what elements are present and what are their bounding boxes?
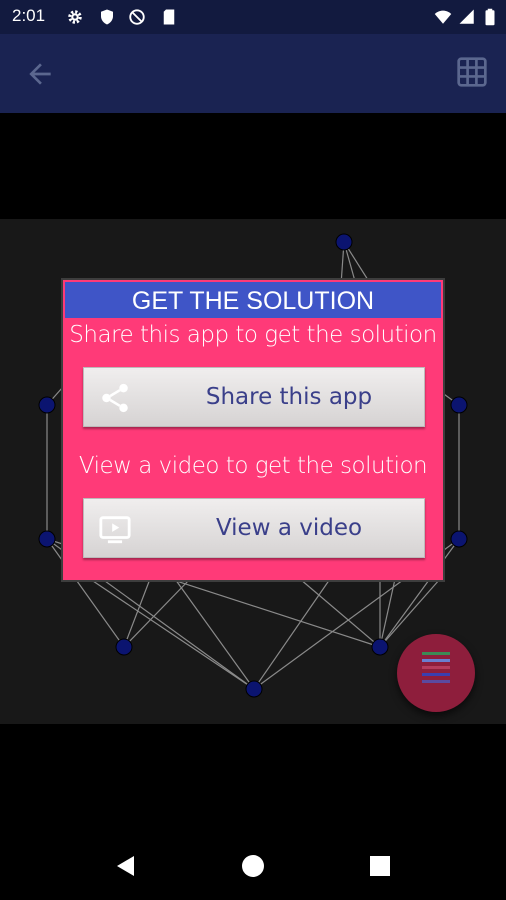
graph-node[interactable] [38, 530, 56, 548]
view-video-button-label: View a video [215, 515, 363, 541]
color-bars-fab[interactable] [397, 634, 475, 712]
battery-icon [485, 8, 495, 26]
graph-node[interactable] [371, 638, 389, 656]
do-not-disturb-icon [129, 9, 145, 25]
video-message: View a video to get the solution [78, 453, 428, 479]
solution-dialog: GET THE SOLUTION Share this app to get t… [61, 278, 445, 582]
signal-icon [459, 9, 474, 24]
arrow-left-icon[interactable] [24, 58, 56, 90]
graph-node[interactable] [335, 233, 353, 251]
share-message: Share this app to get the solution [69, 322, 437, 348]
graph-node[interactable] [38, 396, 56, 414]
video-icon [99, 516, 131, 544]
graph-node[interactable] [450, 396, 468, 414]
shield-icon [101, 9, 113, 25]
status-time: 2:01 [12, 6, 46, 25]
share-icon [102, 383, 128, 413]
sd-card-icon [163, 9, 175, 25]
recents-square-icon[interactable] [368, 854, 392, 878]
home-circle-icon[interactable] [241, 854, 265, 878]
gear-icon [68, 10, 82, 24]
dialog-title: GET THE SOLUTION [65, 282, 441, 318]
app-bar [0, 34, 506, 113]
grid-icon[interactable] [456, 56, 488, 88]
back-triangle-icon[interactable] [114, 854, 138, 878]
system-nav-bar [0, 820, 506, 900]
color-bars-icon [422, 652, 450, 687]
status-bar: 2:01 [0, 0, 506, 34]
graph-node[interactable] [245, 680, 263, 698]
graph-node[interactable] [450, 530, 468, 548]
share-app-button-label: Share this app [205, 384, 373, 410]
view-video-button[interactable]: View a video [83, 498, 425, 558]
wifi-icon [434, 10, 452, 24]
graph-node[interactable] [115, 638, 133, 656]
share-app-button[interactable]: Share this app [83, 367, 425, 427]
